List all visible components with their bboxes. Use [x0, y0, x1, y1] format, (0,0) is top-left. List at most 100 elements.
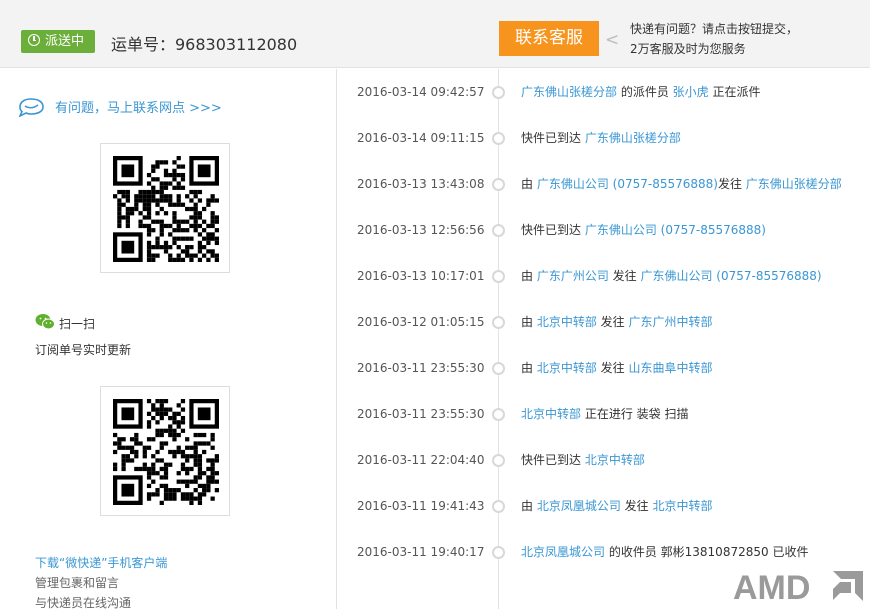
timeline-time: 2016-03-14 09:42:57 — [357, 85, 485, 99]
qr-code-wechat — [100, 386, 230, 516]
timeline-link[interactable]: 北京凤凰城公司 — [537, 499, 621, 513]
timeline-link[interactable]: 北京中转部 — [537, 315, 597, 329]
timeline-text: 发往 — [596, 315, 629, 329]
contact-note-line2: 2万客服及时为您服务 — [630, 42, 746, 56]
clock-icon — [28, 34, 40, 46]
contact-note: 快递有问题？请点击按钮提交， 2万客服及时为您服务 — [630, 19, 798, 59]
timeline-link[interactable]: 北京中转部 — [652, 499, 712, 513]
subscribe-label: 订阅单号实时更新 — [35, 343, 132, 357]
timeline-description: 由 广东广州公司 发往 广东佛山公司 (0757-85576888) — [521, 253, 822, 299]
status-badge: 派送中 — [21, 30, 95, 53]
timeline-time: 2016-03-13 10:17:01 — [357, 269, 485, 283]
timeline-text: 由 — [521, 361, 537, 375]
timeline-row: 2016-03-14 09:11:15 快件已到达 广东佛山张槎分部 — [338, 115, 870, 161]
timeline-link[interactable]: 广东佛山张槎分部 — [585, 131, 681, 145]
timeline-description: 北京中转部 正在进行 装袋 扫描 — [521, 391, 688, 437]
timeline-text: 发往 — [620, 499, 653, 513]
scan-label: 扫一扫 — [59, 317, 96, 331]
contact-note-line1: 快递有问题？请点击按钮提交， — [630, 22, 799, 36]
timeline-link[interactable]: 山东曲阜中转部 — [628, 361, 712, 375]
timeline-text: 快件已到达 — [521, 223, 585, 237]
timeline-description: 快件已到达 广东佛山张槎分部 — [521, 115, 681, 161]
timeline-description: 由 北京凤凰城公司 发往 北京中转部 — [521, 483, 713, 529]
timeline-row: 2016-03-11 23:55:30 北京中转部 正在进行 装袋 扫描 — [338, 391, 870, 437]
timeline-link[interactable]: 广东广州中转部 — [628, 315, 712, 329]
contact-service-button[interactable]: 联系客服 — [499, 21, 599, 56]
timeline-link[interactable]: 北京中转部 — [537, 361, 597, 375]
timeline-time: 2016-03-13 12:56:56 — [357, 223, 485, 237]
timeline-time: 2016-03-12 01:05:15 — [357, 315, 485, 329]
timeline-text: 发往 — [596, 361, 629, 375]
status-text: 派送中 — [45, 34, 85, 49]
timeline-row: 2016-03-12 01:05:15 由 北京中转部 发往 广东广州中转部 — [338, 299, 870, 345]
timeline-row: 2016-03-13 10:17:01 由 广东广州公司 发往 广东佛山公司 (0… — [338, 253, 870, 299]
chat-bubble-icon — [18, 98, 44, 117]
timeline-time: 2016-03-11 22:04:40 — [357, 453, 485, 467]
timeline-description: 由 广东佛山公司 (0757-85576888)发往 广东佛山张槎分部 — [521, 161, 842, 207]
timeline-dot — [492, 132, 505, 145]
timeline-row: 2016-03-11 23:55:30 由 北京中转部 发往 山东曲阜中转部 — [338, 345, 870, 391]
timeline-dot — [492, 270, 505, 283]
timeline-row: 2016-03-13 12:56:56 快件已到达 广东佛山公司 (0757-85… — [338, 207, 870, 253]
timeline-dot — [492, 178, 505, 191]
qr-code-app — [100, 143, 230, 273]
timeline-text: 发往 — [717, 177, 746, 191]
timeline-time: 2016-03-11 19:41:43 — [357, 499, 485, 513]
timeline-description: 由 北京中转部 发往 广东广州中转部 — [521, 299, 713, 345]
timeline-time: 2016-03-11 23:55:30 — [357, 361, 485, 375]
timeline-dot — [492, 224, 505, 237]
tracking-number: 运单号：968303112080 — [111, 35, 298, 54]
timeline-time: 2016-03-11 19:40:17 — [357, 545, 485, 559]
feature-text: 与快递员在线沟通 — [35, 596, 132, 610]
timeline-description: 快件已到达 北京中转部 — [521, 437, 645, 483]
chevron-left-icon: < — [605, 30, 620, 50]
timeline-link[interactable]: 广东佛山张槎分部 — [746, 177, 842, 191]
timeline-link[interactable]: 北京凤凰城公司 — [521, 545, 605, 559]
timeline-row: 2016-03-13 13:43:08 由 广东佛山公司 (0757-855768… — [338, 161, 870, 207]
sidebar: 有问题，马上联系网点 >>> 扫一扫 订阅单号实时更新 下载“微快递”手机客户端… — [0, 69, 337, 610]
contact-branch-link[interactable]: 有问题，马上联系网点 >>> — [55, 97, 222, 116]
timeline-dot — [492, 500, 505, 513]
timeline-dot — [492, 316, 505, 329]
timeline-text: 正在派件 — [708, 85, 761, 99]
feature-text: 管理包裹和留言 — [35, 576, 120, 590]
timeline-dot — [492, 454, 505, 467]
header: 派送中 运单号：968303112080 联系客服 < 快递有问题？请点击按钮提… — [0, 0, 870, 68]
timeline-row: 2016-03-11 22:04:40 快件已到达 北京中转部 — [338, 437, 870, 483]
timeline-text: 由 — [521, 315, 537, 329]
timeline-row: 2016-03-14 09:42:57 广东佛山张槎分部 的派件员 张小虎 正在派… — [338, 69, 870, 115]
tracking-timeline: 2016-03-14 09:42:57 广东佛山张槎分部 的派件员 张小虎 正在派… — [338, 69, 870, 609]
timeline-dot — [492, 86, 505, 99]
timeline-link[interactable]: 广东佛山公司 (0757-85576888) — [537, 177, 718, 191]
timeline-row: 2016-03-11 19:41:43 由 北京凤凰城公司 发往 北京中转部 — [338, 483, 870, 529]
timeline-link[interactable]: 广东广州公司 — [537, 269, 609, 283]
wechat-icon — [35, 314, 55, 330]
timeline-text: 由 — [521, 177, 537, 191]
timeline-link[interactable]: 北京中转部 — [521, 407, 581, 421]
timeline-text: 正在进行 装袋 扫描 — [581, 407, 689, 421]
timeline-dot — [492, 362, 505, 375]
timeline-text: 的派件员 — [617, 85, 673, 99]
timeline-description: 快件已到达 广东佛山公司 (0757-85576888) — [521, 207, 766, 253]
timeline-link[interactable]: 张小虎 — [673, 85, 709, 99]
timeline-text: 的收件员 郭彬13810872850 已收件 — [605, 545, 809, 559]
amd-logo: AMD — [733, 569, 863, 604]
timeline-time: 2016-03-14 09:11:15 — [357, 131, 485, 145]
timeline-time: 2016-03-11 23:55:30 — [357, 407, 485, 421]
timeline-description: 由 北京中转部 发往 山东曲阜中转部 — [521, 345, 713, 391]
timeline-time: 2016-03-13 13:43:08 — [357, 177, 485, 191]
timeline-text: 快件已到达 — [521, 453, 585, 467]
timeline-text: 由 — [521, 499, 537, 513]
timeline-description: 广东佛山张槎分部 的派件员 张小虎 正在派件 — [521, 69, 761, 115]
timeline-dot — [492, 546, 505, 559]
timeline-link[interactable]: 北京中转部 — [585, 453, 645, 467]
timeline-link[interactable]: 广东佛山张槎分部 — [521, 85, 617, 99]
timeline-text: 由 — [521, 269, 537, 283]
timeline-text: 快件已到达 — [521, 131, 585, 145]
timeline-text: 发往 — [608, 269, 641, 283]
download-app-link[interactable]: 下载“微快递”手机客户端 — [35, 554, 167, 571]
timeline-link[interactable]: 广东佛山公司 (0757-85576888) — [640, 269, 821, 283]
svg-text:AMD: AMD — [733, 569, 810, 604]
timeline-link[interactable]: 广东佛山公司 (0757-85576888) — [585, 223, 766, 237]
timeline-dot — [492, 408, 505, 421]
